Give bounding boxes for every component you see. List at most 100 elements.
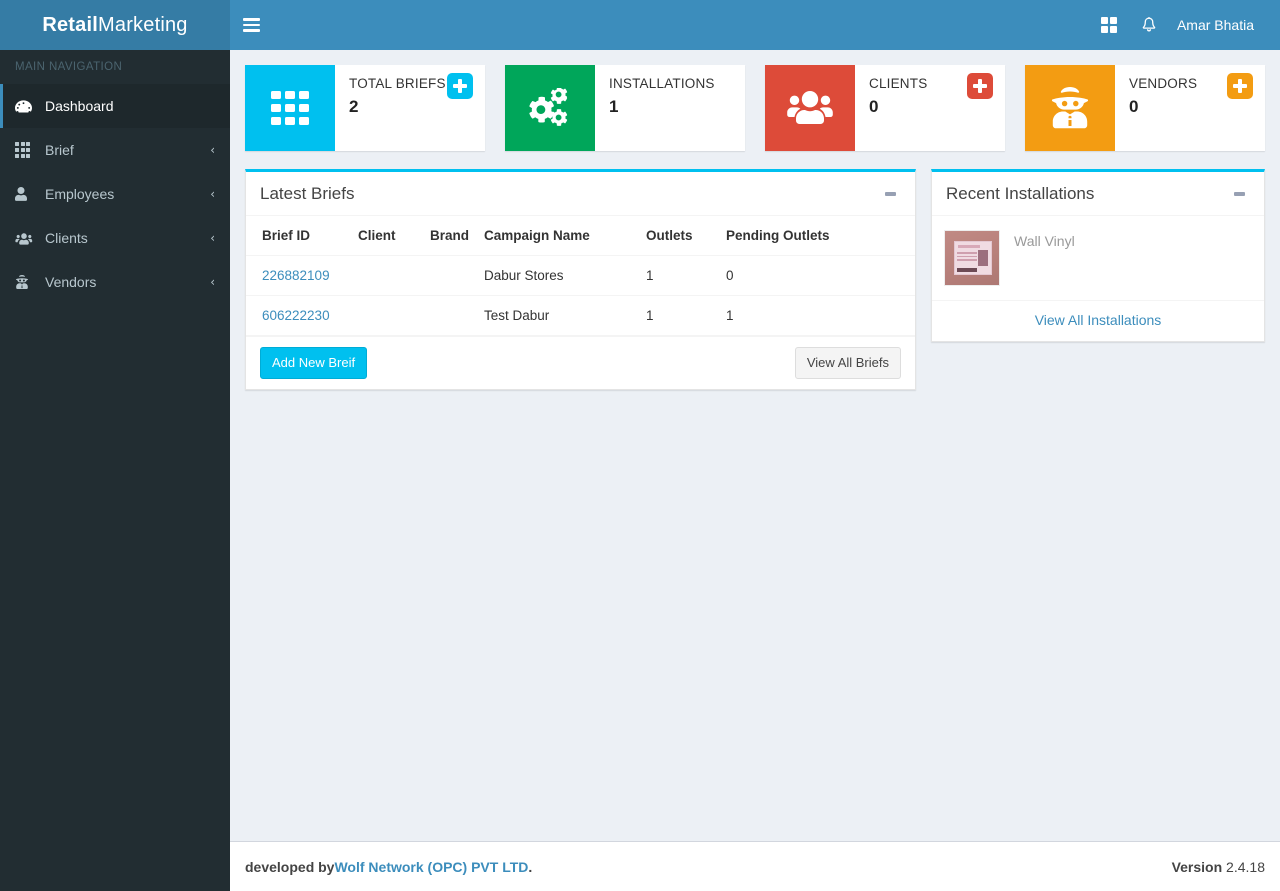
column-header-brand: Brand — [430, 216, 484, 256]
user-menu[interactable]: Amar Bhatia — [1169, 0, 1266, 50]
recent-installations-panel: Recent Installations Wall Vinyl View All… — [931, 169, 1265, 342]
cogs-icon — [528, 88, 572, 128]
stat-box-count: 2 — [349, 96, 359, 116]
stat-box-total-briefs[interactable]: TOTAL BRIEFS 2 — [245, 65, 485, 151]
cell-client — [358, 255, 430, 296]
navbar-right: Amar Bhatia — [1089, 0, 1280, 50]
cell-brief-id: 226882109 — [246, 255, 358, 296]
column-header-campaign-name: Campaign Name — [484, 216, 646, 256]
stat-box-body: VENDORS 0 — [1115, 65, 1265, 151]
grid-apps-icon — [1100, 16, 1118, 34]
stat-boxes-row: TOTAL BRIEFS 2 INSTALLATIONS 1 CLIENTS 0… — [245, 65, 1265, 151]
sidebar-item-employees[interactable]: Employees ‹ — [0, 172, 230, 216]
th-grid-icon — [269, 87, 311, 129]
cell-pending-outlets: 0 — [726, 255, 915, 296]
table-row: 606222230 Test Dabur 1 1 — [246, 295, 915, 336]
add-brief-button[interactable] — [447, 73, 473, 99]
cell-campaign-name: Test Dabur — [484, 295, 646, 336]
stat-box-clients[interactable]: CLIENTS 0 — [765, 65, 1005, 151]
user-secret-icon — [1049, 86, 1091, 130]
panel-footer: View All Installations — [932, 300, 1264, 341]
tachometer-icon — [15, 99, 35, 113]
sidebar-item-label: Dashboard — [45, 98, 114, 114]
footer-developed-by-label: developed by — [245, 858, 335, 875]
panels-row: Latest Briefs Brief ID Client Brand Camp… — [245, 169, 1265, 390]
brief-id-link[interactable]: 606222230 — [262, 308, 330, 323]
column-header-outlets: Outlets — [646, 216, 726, 256]
sidebar-item-vendors[interactable]: Vendors ‹ — [0, 260, 230, 304]
briefs-table: Brief ID Client Brand Campaign Name Outl… — [246, 216, 915, 336]
sidebar-item-clients[interactable]: Clients ‹ — [0, 216, 230, 260]
table-body: 226882109 Dabur Stores 1 0 606222230 Tes… — [246, 255, 915, 336]
sidebar-section-label: MAIN NAVIGATION — [15, 61, 123, 73]
sidebar-item-label: Employees — [45, 186, 115, 202]
cell-outlets: 1 — [646, 255, 726, 296]
stat-box-icon-wrap — [245, 65, 335, 151]
stat-box-icon-wrap — [505, 65, 595, 151]
cell-brief-id: 606222230 — [246, 295, 358, 336]
logo-bold-text: Retail — [42, 13, 99, 36]
stat-box-body: CLIENTS 0 — [855, 65, 1005, 151]
app-root: Retail Marketing Amar Bhatia MAIN NAVIGA… — [0, 0, 1280, 891]
table-row: 226882109 Dabur Stores 1 0 — [246, 255, 915, 296]
sidebar-item-label: Vendors — [45, 274, 97, 290]
sidebar: MAIN NAVIGATION Dashboard Brief ‹ Employ… — [0, 50, 230, 891]
stat-box-icon-wrap — [765, 65, 855, 151]
sidebar-toggle-button[interactable] — [230, 0, 272, 50]
sidebar-chevron-icon: ‹ — [210, 143, 215, 157]
panel-footer: Add New Breif View All Briefs — [246, 336, 915, 389]
cell-brand — [430, 295, 484, 336]
panel-body: Wall Vinyl — [932, 216, 1264, 300]
user-name-label: Amar Bhatia — [1176, 17, 1254, 33]
panel-title: Recent Installations — [946, 183, 1095, 203]
add-client-button[interactable] — [967, 73, 993, 99]
cell-client — [358, 295, 430, 336]
hamburger-icon — [242, 15, 260, 35]
sidebar-item-dashboard[interactable]: Dashboard — [0, 84, 230, 128]
apps-button[interactable] — [1089, 0, 1129, 50]
list-item[interactable]: Wall Vinyl — [932, 216, 1264, 300]
table-header-row: Brief ID Client Brand Campaign Name Outl… — [246, 216, 915, 256]
footer-version: Version 2.4.18 — [1172, 859, 1265, 875]
user-secret-icon — [15, 275, 35, 289]
stat-box-body: TOTAL BRIEFS 2 — [335, 65, 485, 151]
stat-box-installations[interactable]: INSTALLATIONS 1 — [505, 65, 745, 151]
cell-brand — [430, 255, 484, 296]
panel-header: Recent Installations — [932, 172, 1264, 216]
sidebar-chevron-icon: ‹ — [210, 275, 215, 289]
view-all-installations-link[interactable]: View All Installations — [1035, 312, 1162, 328]
collapse-panel-button[interactable] — [879, 183, 901, 205]
installation-thumbnail[interactable] — [944, 230, 1000, 286]
poster-lines — [957, 252, 977, 262]
poster-barcode — [957, 268, 977, 272]
sidebar-item-label: Clients — [45, 230, 88, 246]
panel-tools — [879, 183, 901, 205]
top-navbar: Retail Marketing Amar Bhatia — [0, 0, 1280, 50]
view-all-briefs-button[interactable]: View All Briefs — [794, 347, 901, 379]
user-icon — [15, 187, 35, 201]
logo-light-text: Marketing — [98, 13, 188, 36]
stat-box-count: 0 — [869, 96, 879, 116]
footer-period: . — [528, 858, 533, 875]
panel-body: Brief ID Client Brand Campaign Name Outl… — [246, 216, 915, 336]
add-vendor-button[interactable] — [1227, 73, 1253, 99]
page-footer: developed by Wolf Network (OPC) PVT LTD … — [230, 841, 1280, 891]
collapse-panel-button[interactable] — [1228, 183, 1250, 205]
footer-version-number: 2.4.18 — [1222, 858, 1265, 875]
stat-box-vendors[interactable]: VENDORS 0 — [1025, 65, 1265, 151]
left-column: Latest Briefs Brief ID Client Brand Camp… — [245, 169, 916, 390]
stat-box-title: INSTALLATIONS — [609, 76, 715, 91]
footer-company-link[interactable]: Wolf Network (OPC) PVT LTD — [334, 859, 528, 875]
footer-version-label: Version — [1171, 858, 1223, 875]
sidebar-item-brief[interactable]: Brief ‹ — [0, 128, 230, 172]
notifications-button[interactable] — [1129, 0, 1169, 50]
add-new-brief-button[interactable]: Add New Breif — [260, 347, 368, 379]
minus-icon — [1233, 191, 1245, 196]
page-title: Latest Briefs — [260, 183, 355, 203]
brief-id-link[interactable]: 226882109 — [262, 268, 330, 283]
th-grid-icon — [15, 142, 35, 158]
table-header: Brief ID Client Brand Campaign Name Outl… — [246, 216, 915, 256]
stat-box-count: 1 — [609, 96, 619, 116]
app-logo[interactable]: Retail Marketing — [0, 0, 230, 50]
right-column: Recent Installations Wall Vinyl View All… — [931, 169, 1265, 342]
